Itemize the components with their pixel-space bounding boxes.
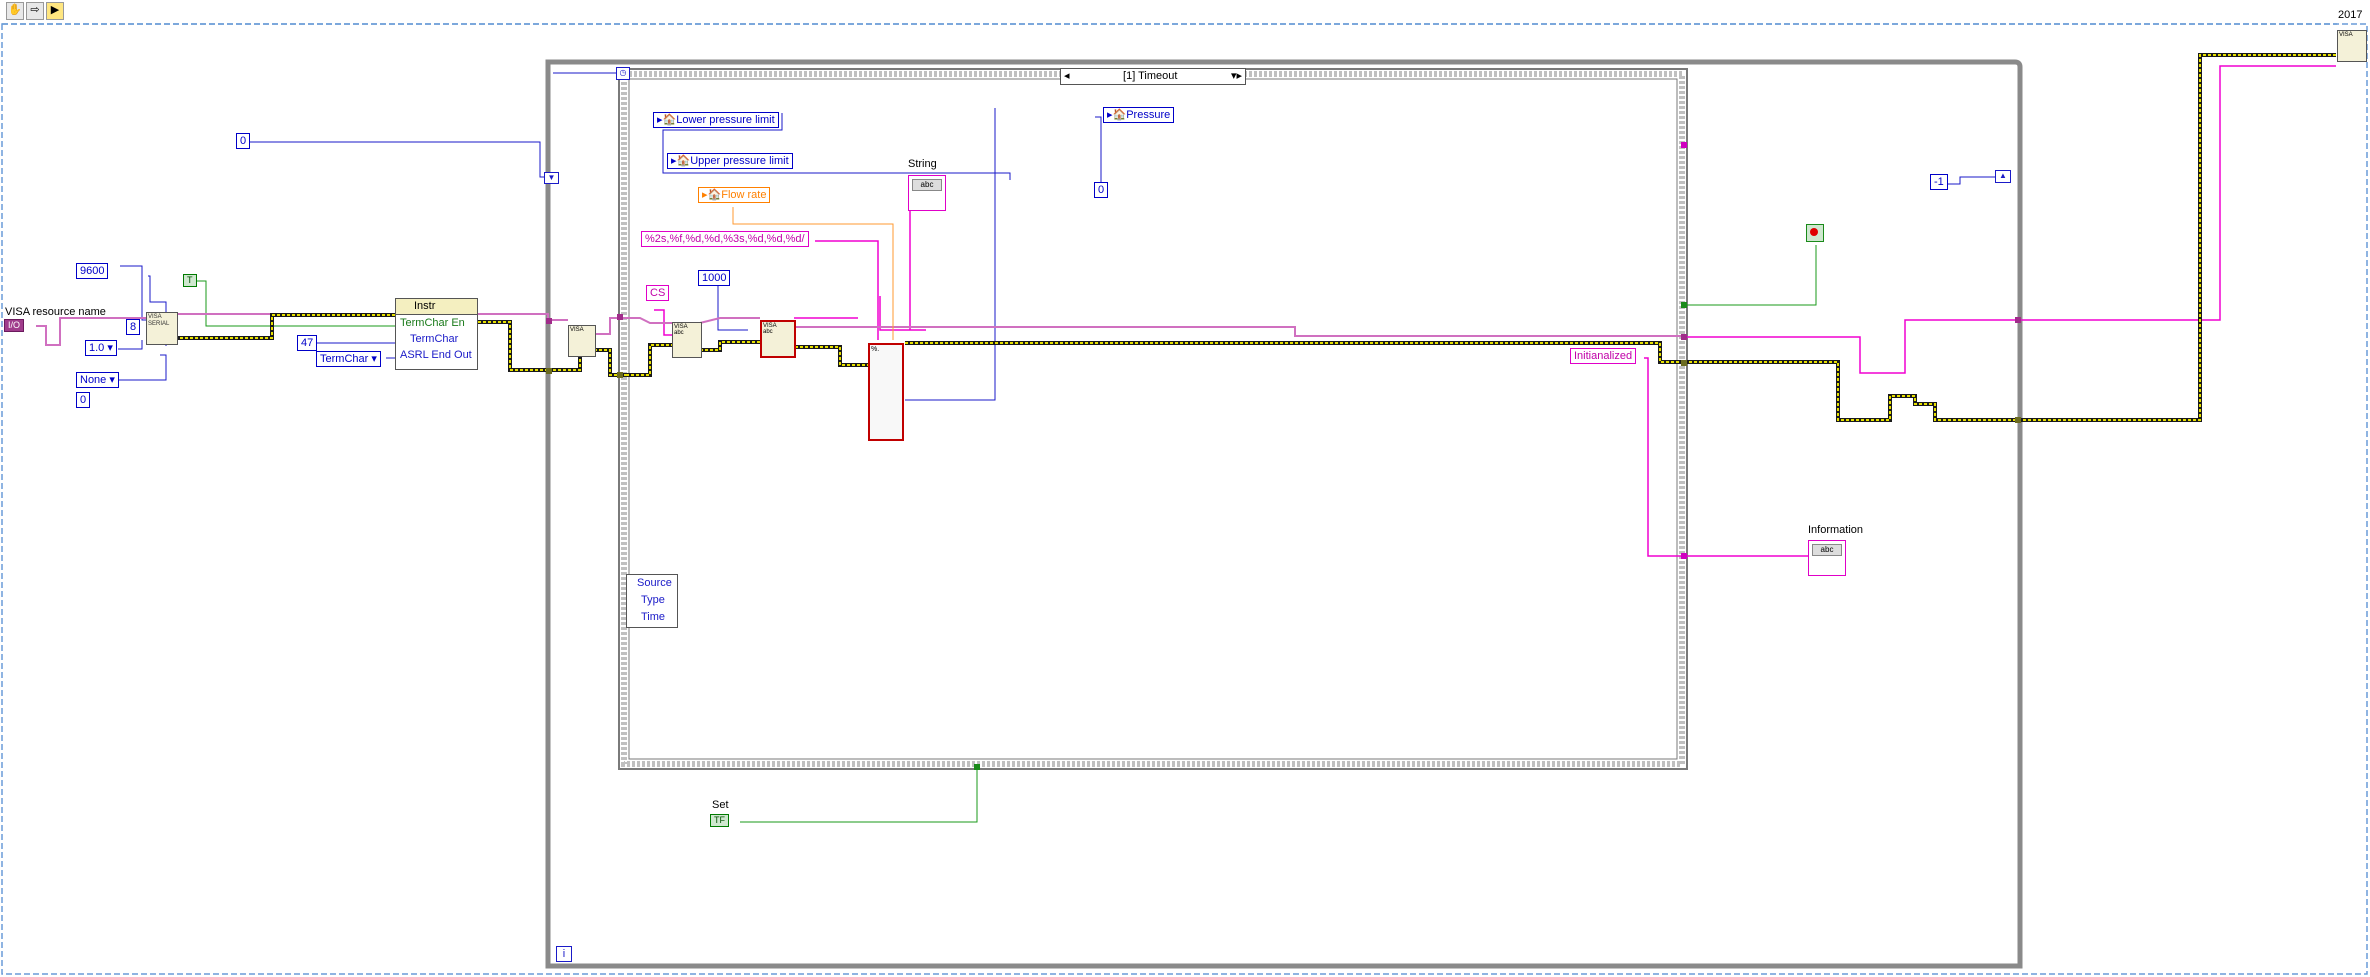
property-node-class: Instr <box>396 299 477 315</box>
event-time: Time <box>641 611 666 623</box>
prop-termchar[interactable]: TermChar <box>410 333 458 345</box>
event-source: Source <box>637 577 672 589</box>
termchar-constant[interactable]: 47 <box>297 335 318 351</box>
zero-constant[interactable]: 0 <box>236 133 251 149</box>
termchar-ring[interactable]: TermChar ▾ <box>316 351 381 367</box>
run-arrow-icon[interactable]: ▶ <box>46 2 64 20</box>
flow-control-constant[interactable]: 0 <box>76 392 91 408</box>
stop-bits-ring[interactable]: 1.0 ▾ <box>85 340 117 356</box>
visa-property-node[interactable]: Instr TermChar En TermChar ASRL End Out <box>395 298 478 370</box>
baud-rate-constant[interactable]: 9600 <box>76 263 109 279</box>
visa-configure-serial-port[interactable]: VISA SERIAL <box>146 312 178 345</box>
hand-icon[interactable]: ✋ <box>6 2 24 20</box>
information-indicator[interactable]: abc <box>1808 540 1846 576</box>
prop-termchar-en[interactable]: TermChar En <box>400 317 465 329</box>
error-wires <box>175 54 2336 421</box>
pressure-local[interactable]: ▸🏠Pressure <box>1103 107 1175 123</box>
corner-label: 2017 <box>2338 9 2363 21</box>
data-bits-constant[interactable]: 8 <box>126 319 141 335</box>
diagram-border <box>1 23 2368 975</box>
prop-asrl-end-out[interactable]: ASRL End Out <box>400 349 472 361</box>
cs-constant[interactable]: CS <box>646 285 670 301</box>
set-boolean-control[interactable]: TF <box>710 814 729 827</box>
timeout-constant[interactable]: 1000 <box>698 270 731 286</box>
loop-iteration-terminal: i <box>556 946 572 962</box>
event-timeout-terminal-icon: ◷ <box>616 67 630 80</box>
set-label: Set <box>712 799 729 811</box>
scan-from-string-node[interactable]: %.​ <box>868 343 904 441</box>
stop-icon <box>1810 228 1818 236</box>
visa-resource-control[interactable]: I/O <box>4 319 25 332</box>
event-case-selector[interactable]: ◂ [1] Timeout ▾▸ <box>1060 68 1246 85</box>
visa-flush-node[interactable]: VISA <box>568 325 596 357</box>
shift-register-down-icon: ▼ <box>544 172 559 184</box>
flow-rate-local[interactable]: ▸🏠Flow rate <box>698 187 771 203</box>
initialized-constant[interactable]: Initianalized <box>1570 348 1637 364</box>
event-data-node[interactable]: Source Type Time <box>626 574 678 628</box>
information-label: Information <box>1808 524 1864 536</box>
string-wires <box>654 65 2336 557</box>
arrow-right-icon[interactable]: ⇨ <box>26 2 44 20</box>
block-diagram-canvas <box>1 23 2368 975</box>
lower-pressure-local[interactable]: ▸🏠Lower pressure limit <box>653 112 779 128</box>
event-type: Type <box>641 594 665 606</box>
parity-ring[interactable]: None ▾ <box>76 372 119 388</box>
format-string-constant[interactable]: %2s,%f,%d,%d,%3s,%d,%d,%d/ <box>641 231 809 247</box>
shift-register-up-icon: ▲ <box>1995 170 2011 183</box>
string-indicator[interactable]: abc <box>908 175 946 211</box>
orange-wire <box>732 207 894 340</box>
visa-resource-label: VISA resource name <box>5 306 106 318</box>
string-indicator-label: String <box>908 158 937 170</box>
upper-pressure-local[interactable]: ▸🏠Upper pressure limit <box>667 153 793 169</box>
pressure-zero-constant[interactable]: 0 <box>1094 182 1109 198</box>
event-structure[interactable] <box>618 68 1688 770</box>
visa-read-node[interactable]: VISA abc <box>760 320 796 358</box>
stop-button-terminal[interactable] <box>1806 224 1824 242</box>
visa-wires <box>36 313 1684 346</box>
boolean-true-constant[interactable]: T <box>183 274 197 287</box>
error-wires-outline <box>175 53 2336 422</box>
visa-write-node[interactable]: VISA abc <box>672 322 702 358</box>
visa-close-node[interactable]: VISA <box>2337 30 2367 62</box>
neg-one-constant[interactable]: -1 <box>1930 174 1948 190</box>
